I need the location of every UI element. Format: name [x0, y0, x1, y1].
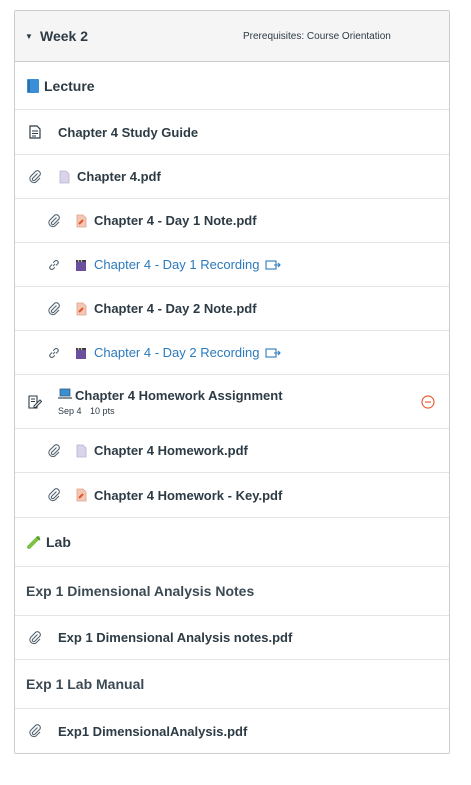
module-item-file[interactable]: Chapter 4 - Day 1 Note.pdf	[15, 199, 449, 243]
item-title[interactable]: Chapter 4 Study Guide	[58, 125, 198, 140]
link-icon	[43, 254, 65, 276]
unpublished-status-icon[interactable]	[421, 394, 435, 409]
item-title[interactable]: Chapter 4 - Day 1 Note.pdf	[94, 213, 257, 228]
header-label: Lecture	[44, 77, 95, 94]
module-title: Week 2	[40, 28, 88, 44]
module-item-assignment[interactable]: Chapter 4 Homework Assignment Sep 4 10 p…	[15, 375, 449, 429]
item-title[interactable]: Exp1 DimensionalAnalysis.pdf	[58, 724, 247, 739]
item-title[interactable]: Chapter 4.pdf	[77, 169, 161, 184]
prerequisites-label: Prerequisites: Course Orientation	[243, 30, 391, 42]
item-title[interactable]: Chapter 4 Homework Assignment	[75, 388, 283, 403]
assignment-details: Chapter 4 Homework Assignment Sep 4 10 p…	[58, 388, 283, 416]
context-header-lab: Lab	[15, 518, 449, 567]
item-title[interactable]: Chapter 4 Homework.pdf	[94, 443, 248, 458]
context-header-lab-manual: Exp 1 Lab Manual	[15, 660, 449, 709]
module-item-external-link[interactable]: Chapter 4 - Day 1 Recording	[15, 243, 449, 287]
paperclip-icon	[43, 210, 65, 232]
pdf-file-icon	[75, 302, 87, 316]
paperclip-icon	[24, 166, 46, 188]
file-icon	[58, 170, 70, 184]
clapper-icon	[75, 346, 87, 360]
header-label: Exp 1 Dimensional Analysis Notes	[26, 583, 255, 599]
blue-book-icon	[26, 75, 40, 97]
paperclip-icon	[43, 484, 65, 506]
caret-down-icon[interactable]: ▼	[25, 32, 33, 41]
module-item-file[interactable]: Chapter 4 - Day 2 Note.pdf	[15, 287, 449, 331]
module-item-file[interactable]: Exp1 DimensionalAnalysis.pdf	[15, 709, 449, 753]
header-label: Lab	[46, 534, 71, 550]
test-tube-icon	[26, 531, 42, 553]
module-item-file[interactable]: Chapter 4.pdf	[15, 155, 449, 199]
item-link[interactable]: Chapter 4 - Day 1 Recording	[94, 257, 259, 272]
item-link[interactable]: Chapter 4 - Day 2 Recording	[94, 345, 259, 360]
file-icon	[75, 444, 87, 458]
pdf-file-icon	[75, 214, 87, 228]
document-icon	[24, 121, 46, 143]
item-title[interactable]: Exp 1 Dimensional Analysis notes.pdf	[58, 630, 292, 645]
clapper-icon	[75, 258, 87, 272]
points: 10 pts	[90, 405, 115, 416]
due-date: Sep 4	[58, 405, 82, 416]
module-item-external-link[interactable]: Chapter 4 - Day 2 Recording	[15, 331, 449, 375]
laptop-icon	[58, 388, 72, 402]
assignment-meta: Sep 4 10 pts	[58, 406, 283, 416]
module-item-page[interactable]: Chapter 4 Study Guide	[15, 110, 449, 155]
paperclip-icon	[43, 298, 65, 320]
pdf-file-icon	[75, 488, 87, 502]
module-week-2: ▼ Week 2 Prerequisites: Course Orientati…	[14, 10, 450, 754]
module-item-file[interactable]: Chapter 4 Homework - Key.pdf	[15, 473, 449, 518]
context-header-lecture: Lecture	[15, 62, 449, 110]
context-header-exp1-notes: Exp 1 Dimensional Analysis Notes	[15, 567, 449, 616]
assignment-icon	[24, 391, 46, 413]
paperclip-icon	[24, 720, 46, 742]
module-header[interactable]: ▼ Week 2 Prerequisites: Course Orientati…	[15, 11, 449, 62]
item-title[interactable]: Chapter 4 Homework - Key.pdf	[94, 488, 282, 503]
item-title[interactable]: Chapter 4 - Day 2 Note.pdf	[94, 301, 257, 316]
external-link-icon[interactable]	[265, 259, 282, 271]
link-icon	[43, 342, 65, 364]
module-item-file[interactable]: Chapter 4 Homework.pdf	[15, 429, 449, 473]
paperclip-icon	[43, 440, 65, 462]
paperclip-icon	[24, 627, 46, 649]
external-link-icon[interactable]	[265, 347, 282, 359]
header-label: Exp 1 Lab Manual	[26, 676, 145, 692]
module-item-file[interactable]: Exp 1 Dimensional Analysis notes.pdf	[15, 616, 449, 660]
